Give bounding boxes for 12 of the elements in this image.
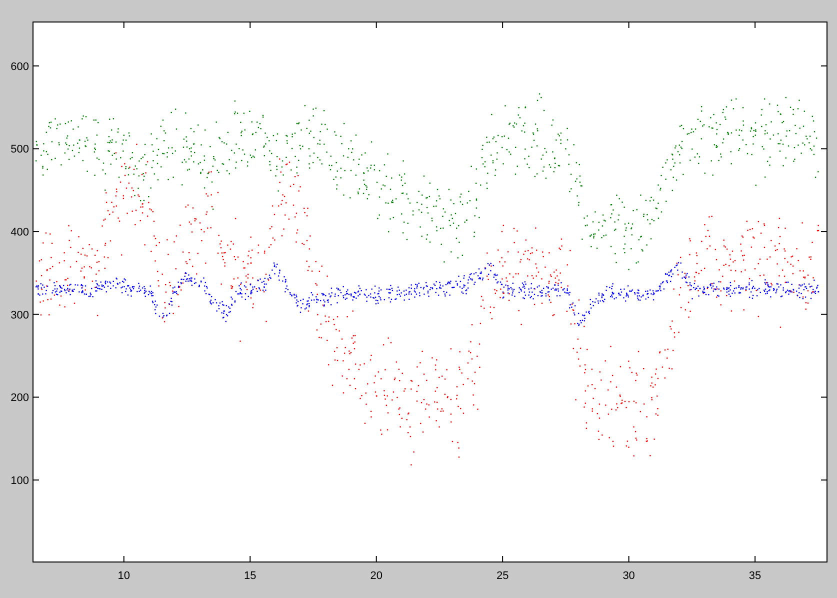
tick-label: 35 bbox=[748, 570, 762, 582]
tick-label: 500 bbox=[10, 144, 29, 156]
tick-label: 100 bbox=[10, 475, 29, 487]
tick-label: 20 bbox=[370, 570, 382, 582]
tick-label: 30 bbox=[622, 570, 635, 582]
tick-label: 200 bbox=[10, 392, 29, 404]
tick-label: 300 bbox=[10, 309, 29, 322]
tick-label: 15 bbox=[244, 570, 256, 582]
tick-label: 400 bbox=[10, 226, 29, 239]
tick-label: 10 bbox=[118, 570, 130, 582]
tick-label: 600 bbox=[10, 60, 29, 73]
tick-label: 25 bbox=[496, 570, 509, 582]
